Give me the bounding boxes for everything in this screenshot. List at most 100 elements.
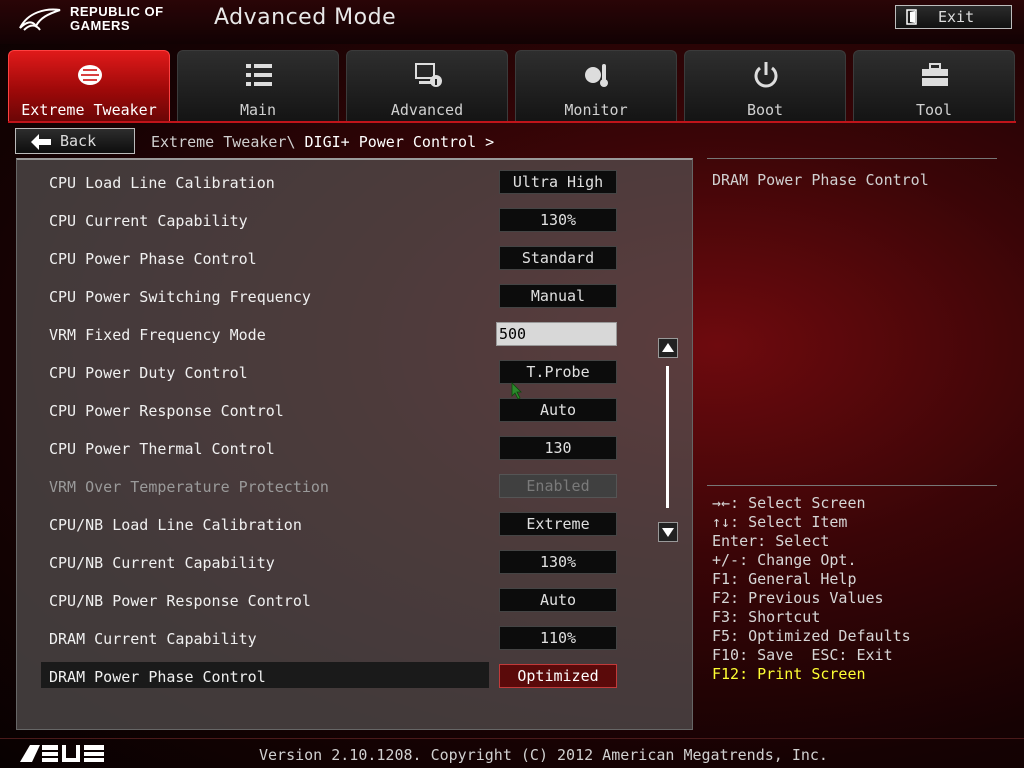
- key-hint: ↑↓: Select Item: [712, 513, 848, 531]
- setting-name: DRAM Current Capability: [49, 630, 257, 648]
- key-hint: F2: Previous Values: [712, 589, 884, 607]
- key-hint: Enter: Select: [712, 532, 830, 550]
- brand-line1: REPUBLIC OF: [70, 4, 164, 19]
- brand-line2: GAMERS: [70, 18, 131, 33]
- triangle-down-icon: [662, 528, 674, 537]
- setting-name: CPU Power Thermal Control: [49, 440, 275, 458]
- setting-row[interactable]: CPU/NB Load Line Calibration Extreme: [41, 510, 641, 542]
- setting-value[interactable]: 110%: [499, 626, 617, 650]
- key-legend: →←: Select Screen ↑↓: Select Item Enter:…: [712, 494, 911, 684]
- frequency-input[interactable]: 500: [496, 322, 617, 346]
- tab-underline: [8, 121, 1016, 123]
- setting-name: CPU Load Line Calibration: [49, 174, 275, 192]
- tab-advanced[interactable]: Advanced: [346, 50, 508, 122]
- setting-name: VRM Over Temperature Protection: [49, 478, 329, 496]
- tab-label: Main: [239, 101, 277, 119]
- key-hint: F10: Save ESC: Exit: [712, 646, 893, 664]
- setting-name: CPU/NB Power Response Control: [49, 592, 311, 610]
- breadcrumb-current: DIGI+ Power Control >: [304, 133, 495, 151]
- setting-value[interactable]: 130%: [499, 208, 617, 232]
- setting-value[interactable]: T.Probe: [499, 360, 617, 384]
- exit-label: Exit: [938, 8, 975, 26]
- top-bar: REPUBLIC OF GAMERS Advanced Mode Exit: [0, 0, 1024, 44]
- exit-door-icon: [906, 9, 917, 25]
- setting-row-selected[interactable]: DRAM Power Phase Control Optimized: [41, 662, 641, 694]
- tab-extreme-tweaker[interactable]: Extreme Tweaker: [8, 50, 170, 122]
- asus-logo-icon: [20, 745, 104, 762]
- brand-text: REPUBLIC OF GAMERS: [70, 5, 164, 33]
- setting-row[interactable]: CPU Current Capability 130%: [41, 206, 641, 238]
- mouse-cursor-icon: [511, 382, 522, 400]
- key-hint: F1: General Help: [712, 570, 857, 588]
- list-icon: [246, 64, 272, 86]
- tab-label: Extreme Tweaker: [21, 101, 157, 119]
- setting-row[interactable]: CPU Power Thermal Control 130: [41, 434, 641, 466]
- tab-boot[interactable]: Boot: [684, 50, 846, 122]
- setting-value[interactable]: Ultra High: [499, 170, 617, 194]
- key-hint: →←: Select Screen: [712, 494, 866, 512]
- scroll-down-button[interactable]: [658, 522, 678, 542]
- help-description: DRAM Power Phase Control: [712, 171, 929, 189]
- setting-value[interactable]: 130: [499, 436, 617, 460]
- setting-name: CPU Power Switching Frequency: [49, 288, 311, 306]
- setting-value: Enabled: [499, 474, 617, 498]
- setting-name: CPU/NB Load Line Calibration: [49, 516, 302, 534]
- setting-row[interactable]: CPU Power Duty Control T.Probe: [41, 358, 641, 390]
- setting-value[interactable]: Auto: [499, 398, 617, 422]
- setting-value[interactable]: Extreme: [499, 512, 617, 536]
- key-hint: F5: Optimized Defaults: [712, 627, 911, 645]
- setting-name: VRM Fixed Frequency Mode: [49, 326, 266, 344]
- tab-label: Tool: [915, 101, 953, 119]
- help-divider-mid: [707, 485, 997, 486]
- tab-tool[interactable]: Tool: [853, 50, 1015, 122]
- settings-panel: CPU Load Line Calibration Ultra High CPU…: [16, 158, 693, 730]
- tweaker-icon: [78, 65, 102, 85]
- setting-row[interactable]: DRAM Current Capability 110%: [41, 624, 641, 656]
- triangle-up-icon: [662, 343, 674, 352]
- key-hint: +/-: Change Opt.: [712, 551, 857, 569]
- footer-divider: [0, 738, 1024, 739]
- back-arrow-icon: [31, 134, 51, 150]
- tab-label: Advanced: [390, 101, 464, 119]
- tab-label: Boot: [746, 101, 784, 119]
- setting-name: DRAM Power Phase Control: [49, 668, 266, 686]
- setting-row[interactable]: CPU/NB Power Response Control Auto: [41, 586, 641, 618]
- setting-name: CPU Current Capability: [49, 212, 248, 230]
- setting-value[interactable]: 130%: [499, 550, 617, 574]
- rog-logo-icon: [19, 8, 61, 31]
- help-divider-top: [707, 158, 997, 159]
- setting-name: CPU Power Duty Control: [49, 364, 248, 382]
- tab-bar: Extreme Tweaker Main Advanced Monitor Bo…: [8, 50, 1016, 122]
- setting-row[interactable]: CPU Load Line Calibration Ultra High: [41, 168, 641, 200]
- setting-row[interactable]: VRM Fixed Frequency Mode 500: [41, 320, 641, 352]
- back-label: Back: [60, 132, 97, 150]
- tab-label: Monitor: [564, 101, 628, 119]
- version-text: Version 2.10.1208. Copyright (C) 2012 Am…: [259, 746, 828, 764]
- tab-monitor[interactable]: Monitor: [515, 50, 677, 122]
- mode-title: Advanced Mode: [214, 5, 397, 30]
- setting-value[interactable]: Manual: [499, 284, 617, 308]
- monitor-icon: [585, 64, 608, 87]
- setting-name: CPU Power Phase Control: [49, 250, 257, 268]
- setting-row[interactable]: CPU/NB Current Capability 130%: [41, 548, 641, 580]
- setting-row[interactable]: CPU Power Response Control Auto: [41, 396, 641, 428]
- scroll-up-button[interactable]: [658, 338, 678, 358]
- tab-main[interactable]: Main: [177, 50, 339, 122]
- setting-value[interactable]: Optimized: [499, 664, 617, 688]
- key-hint: F3: Shortcut: [712, 608, 821, 626]
- setting-row[interactable]: CPU Power Switching Frequency Manual: [41, 282, 641, 314]
- breadcrumb: Extreme Tweaker\ DIGI+ Power Control >: [151, 133, 494, 151]
- setting-value[interactable]: Auto: [499, 588, 617, 612]
- setting-row-disabled: VRM Over Temperature Protection Enabled: [41, 472, 641, 504]
- setting-row[interactable]: CPU Power Phase Control Standard: [41, 244, 641, 276]
- power-icon: [754, 62, 778, 88]
- advanced-icon: [415, 63, 442, 87]
- setting-name: CPU Power Response Control: [49, 402, 284, 420]
- scrollbar-track[interactable]: [666, 366, 669, 508]
- breadcrumb-parent[interactable]: Extreme Tweaker\: [151, 133, 305, 151]
- toolbox-icon: [922, 63, 948, 86]
- back-button[interactable]: Back: [15, 128, 135, 154]
- exit-button[interactable]: Exit: [895, 5, 1012, 29]
- key-hint-print-screen: F12: Print Screen: [712, 665, 866, 683]
- setting-value[interactable]: Standard: [499, 246, 617, 270]
